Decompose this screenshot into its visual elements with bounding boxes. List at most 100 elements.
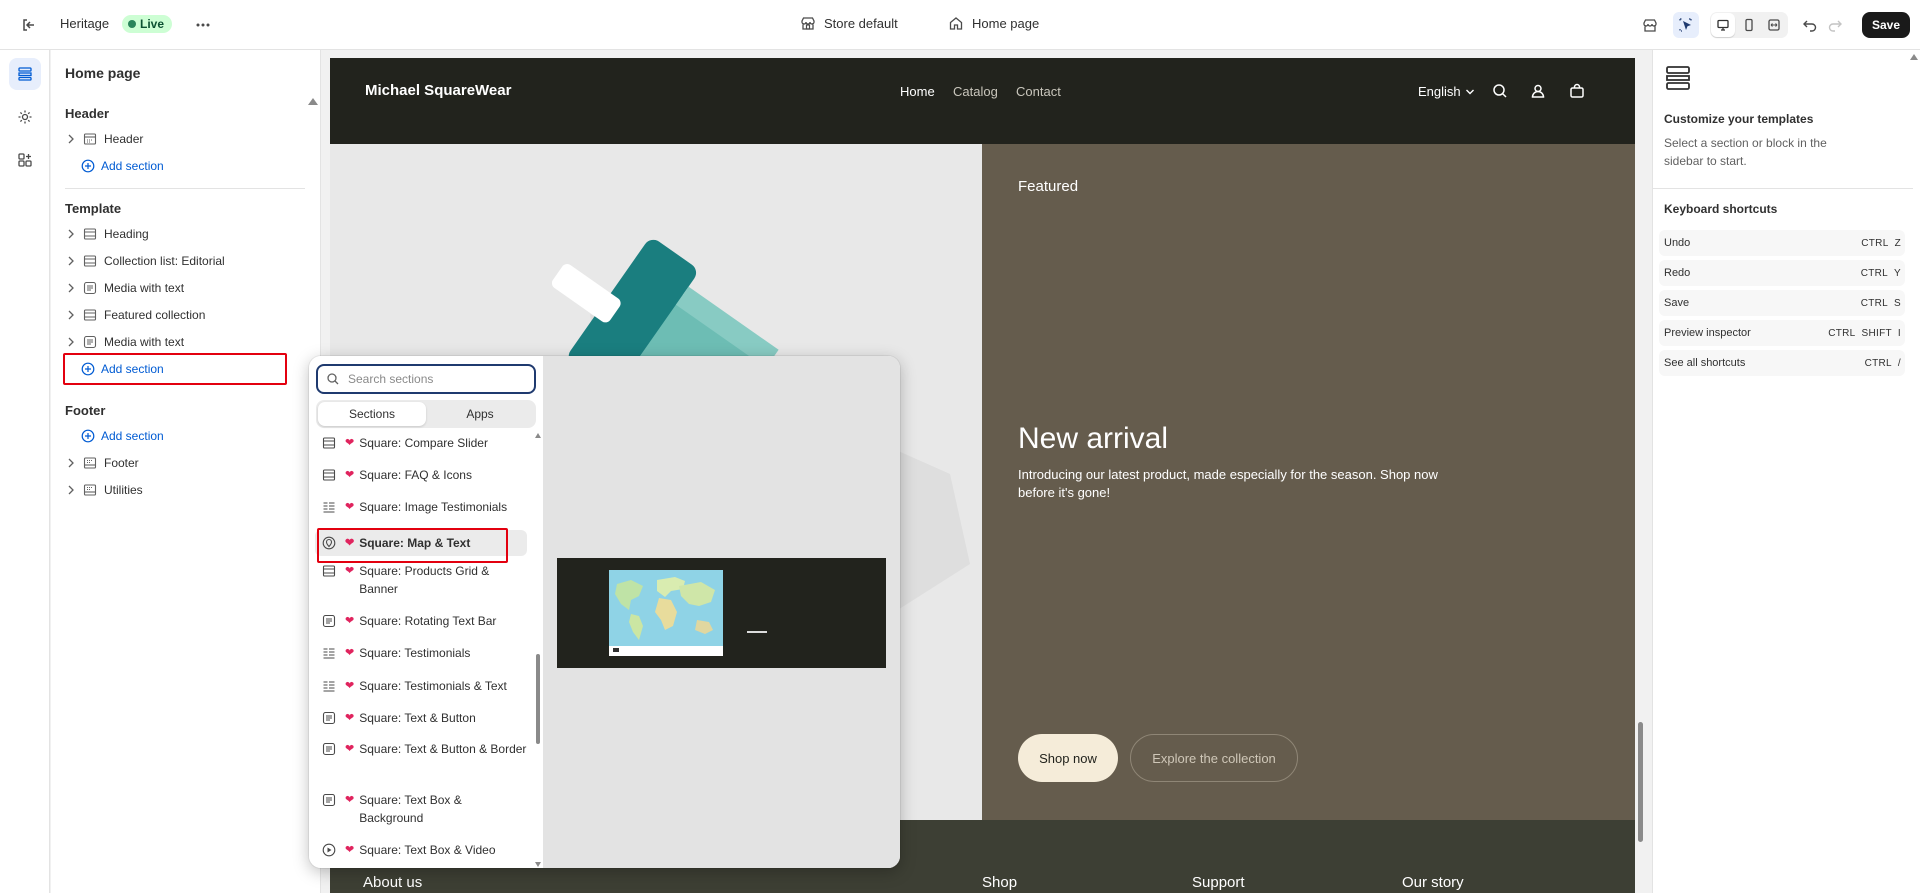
sidebar-item-heading[interactable]: Heading [64, 222, 304, 246]
list-item[interactable]: ❤ Square: Text & Button [315, 709, 527, 727]
sections-sidebar: Home page Header Header Add section Temp… [51, 50, 321, 893]
chevron-down-icon [1465, 88, 1475, 96]
template-group-label: Template [65, 201, 122, 216]
undo-icon[interactable] [1797, 12, 1823, 38]
shortcut-row-preview-inspector: Preview inspector CTRL SHIFT I [1659, 320, 1905, 346]
chevron-right-icon [64, 254, 78, 268]
heart-icon: ❤ [345, 565, 355, 577]
store-logo[interactable]: Michael SquareWear [365, 82, 511, 99]
sidebar-item-collection-list[interactable]: Collection list: Editorial [64, 249, 304, 273]
chevron-right-icon [64, 132, 78, 146]
preview-scroll-thumb[interactable] [1638, 722, 1643, 842]
language-label: English [1418, 84, 1461, 99]
preview-header: Michael SquareWear Home Catalog Contact … [330, 58, 1635, 144]
list-item-label: Square: Testimonials [359, 646, 471, 660]
section-picker-tabs: Sections Apps [316, 400, 536, 428]
list-item[interactable]: ❤ Square: Text Box & Background [315, 791, 527, 827]
app-embeds-icon[interactable] [9, 144, 41, 176]
sidebar-item-label: Collection list: Editorial [104, 254, 225, 268]
top-bar: Heritage Live Store default Home page Sa… [0, 0, 1920, 50]
shortcut-key: CTRL [1860, 297, 1889, 309]
list-item-label: Square: Text Box & Background [359, 793, 462, 825]
templates-icon [1664, 64, 1692, 92]
sidebar-item-label: Header [104, 132, 144, 146]
shortcut-key: CTRL [1864, 357, 1892, 369]
footer-col-about: About us [363, 874, 423, 891]
sidebar-item-label: Utilities [104, 483, 143, 497]
map-preview-caption-shape [747, 630, 767, 634]
mobile-view-icon[interactable] [1737, 13, 1761, 37]
sections-rail-icon[interactable] [9, 58, 41, 90]
list-item[interactable]: ❤ Square: FAQ & Icons [315, 466, 527, 484]
inspector-pointer-icon[interactable] [1673, 12, 1699, 38]
account-icon[interactable] [1528, 81, 1548, 101]
header-add-section-button[interactable]: Add section [81, 155, 164, 177]
shortcut-key: I [1897, 327, 1901, 339]
preview-scrollbar[interactable] [1637, 58, 1645, 893]
list-item[interactable]: ❤ Square: Compare Slider [315, 434, 527, 452]
shortcut-row-see-all[interactable]: See all shortcuts CTRL / [1659, 350, 1905, 376]
sidebar-item-header[interactable]: Header [64, 127, 304, 151]
shortcut-key: CTRL [1861, 237, 1889, 249]
explore-collection-button[interactable]: Explore the collection [1130, 734, 1298, 782]
sidebar-item-media-with-text[interactable]: Media with text [64, 276, 304, 300]
more-actions-icon[interactable] [192, 14, 214, 36]
list-item[interactable]: ❤ Square: Image Testimonials [315, 498, 527, 516]
live-badge: Live [122, 15, 173, 33]
save-button[interactable]: Save [1862, 12, 1910, 38]
section-search[interactable] [316, 364, 536, 394]
sidebar-divider [65, 188, 305, 189]
list-item[interactable]: ❤ Square: Text Box & Video [315, 841, 527, 859]
list-item-label: Square: Testimonials & Text [359, 679, 507, 693]
search-sections-input[interactable] [348, 372, 518, 386]
page-selector[interactable]: Home page [948, 15, 1039, 31]
panel-scroll-up-icon[interactable] [1910, 54, 1918, 60]
full-width-view-icon[interactable] [1762, 13, 1786, 37]
section-list: ❤ Square: Compare Slider ❤ Square: FAQ & I… [309, 432, 543, 868]
list-item[interactable]: ❤ Square: Products Grid & Banner [315, 562, 527, 598]
language-selector[interactable]: English [1418, 84, 1475, 99]
sidebar-item-featured-collection[interactable]: Featured collection [64, 303, 304, 327]
footer-add-section-button[interactable]: Add section [81, 425, 164, 447]
section-list-scrollbar[interactable] [535, 432, 541, 868]
shortcut-key: SHIFT [1861, 327, 1892, 339]
redo-icon[interactable] [1822, 12, 1848, 38]
theme-settings-gear-icon[interactable] [9, 101, 41, 133]
list-item-label: Square: Text & Button [359, 711, 476, 725]
sidebar-item-media-with-text-2[interactable]: Media with text [64, 330, 304, 354]
sidebar-scroll-up-icon[interactable] [308, 98, 318, 105]
tab-sections[interactable]: Sections [318, 402, 426, 426]
exit-icon[interactable] [18, 14, 40, 36]
store-preview-icon[interactable] [1637, 12, 1663, 38]
list-item[interactable]: ❤ Square: Testimonials & Text [315, 677, 527, 695]
text-block-icon [321, 740, 337, 758]
nav-home[interactable]: Home [900, 84, 935, 99]
list-item-label: Square: Text & Button & Border [359, 742, 527, 756]
search-icon[interactable] [1490, 81, 1510, 101]
nav-contact[interactable]: Contact [1016, 84, 1061, 99]
tab-apps[interactable]: Apps [426, 402, 534, 426]
columns-icon [321, 434, 337, 452]
add-section-popover: Sections Apps ❤ Square: Compare Slider ❤ S… [309, 356, 900, 868]
heart-icon: ❤ [345, 469, 355, 481]
sidebar-item-utilities[interactable]: Utilities [64, 478, 304, 502]
list-item[interactable]: ❤ Square: Rotating Text Bar [315, 612, 527, 630]
list-item[interactable]: ❤ Square: Testimonials [315, 644, 527, 662]
cart-icon[interactable] [1567, 81, 1587, 101]
footer-section-icon [82, 482, 98, 498]
shortcut-label: Undo [1664, 237, 1691, 249]
nav-catalog[interactable]: Catalog [953, 84, 998, 99]
list-icon [321, 498, 337, 516]
footer-col-story: Our story [1402, 874, 1464, 891]
list-item[interactable]: ❤ Square: Text & Button & Border [315, 740, 527, 758]
text-block-icon [321, 709, 337, 727]
section-list-scroll-thumb[interactable] [536, 654, 540, 744]
text-block-icon [321, 612, 337, 630]
sidebar-item-label: Featured collection [104, 308, 206, 322]
shop-now-button[interactable]: Shop now [1018, 734, 1118, 782]
store-selector[interactable]: Store default [800, 15, 898, 31]
plus-circle-icon [81, 429, 95, 443]
sidebar-item-footer[interactable]: Footer [64, 451, 304, 475]
desktop-view-icon[interactable] [1711, 13, 1735, 37]
featured-label: Featured [1018, 178, 1079, 195]
